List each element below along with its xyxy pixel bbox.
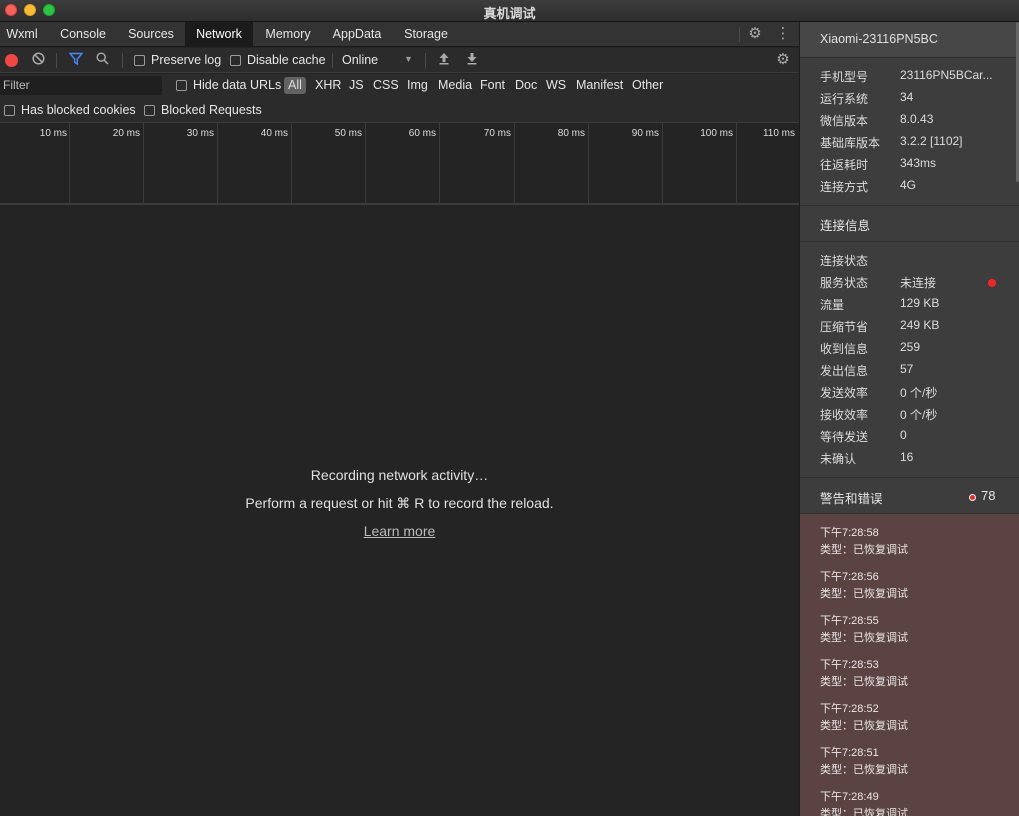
warnings-title: 警告和错误 [820,492,883,506]
timeline-tick: 50 ms [292,123,366,205]
warnings-header[interactable]: 警告和错误 78 [800,478,1019,514]
device-info-section: 手机型号 23116PN5BCar... 运行系统 34 微信版本 8.0.43 基础… [800,58,1019,206]
disconnected-status-dot [988,279,996,287]
timeline-tick: 10 ms [0,123,70,205]
record-button[interactable] [5,54,18,67]
timeline-tick: 80 ms [515,123,589,205]
filter-type-js[interactable]: JS [349,77,364,94]
has-blocked-cookies-label: Has blocked cookies [21,103,136,117]
blocked-filter-row: Has blocked cookies Blocked Requests [0,97,799,123]
filter-type-doc[interactable]: Doc [515,77,537,94]
timeline-tick: 70 ms [440,123,515,205]
devtools-tabbar: Wxml Console Sources Network Memory AppD… [0,22,799,47]
hide-data-urls-label: Hide data URLs [193,78,282,92]
log-item: 下午7:28:51 类型：已恢复调试 [820,747,908,776]
filter-type-font[interactable]: Font [480,77,505,94]
divider [425,53,426,68]
disable-cache-label: Disable cache [247,53,326,67]
timeline-tick: 110 ms [762,128,795,139]
device-info-panel: Xiaomi-23116PN5BC 手机型号 23116PN5BCar... 运行… [799,22,1019,816]
network-toolbar: Preserve log Disable cache Online ▼ ⚙ [0,48,799,73]
filter-type-css[interactable]: CSS [373,77,399,94]
filter-type-other[interactable]: Other [632,77,663,94]
warnings-log-list: 下午7:28:58 类型：已恢复调试 下午7:28:56 类型：已恢复调试 下午7:… [800,514,1019,816]
throttling-select[interactable]: Online [342,53,378,67]
log-item: 下午7:28:49 类型：已恢复调试 [820,791,908,816]
connection-info-title: 连接信息 [820,219,871,233]
tab-sources[interactable]: Sources [120,22,182,47]
more-options-icon[interactable]: ⋮ [775,26,791,42]
divider [739,27,740,42]
device-header: Xiaomi-23116PN5BC [800,22,1019,58]
timeline-tick: 90 ms [589,123,663,205]
filter-type-all[interactable]: All [284,77,306,94]
export-har-icon[interactable] [463,52,480,69]
connection-info-section: 连接状态 服务状态 未连接 流量 129 KB 压缩节省 249 KB 收到信息 259… [800,242,1019,478]
settings-gear-icon[interactable]: ⚙ [747,26,763,42]
log-item: 下午7:28:58 类型：已恢复调试 [820,527,908,556]
tab-storage[interactable]: Storage [398,22,454,47]
recording-message: Recording network activity… [310,467,489,483]
divider [332,53,333,68]
filter-type-ws[interactable]: WS [546,77,566,94]
filter-icon[interactable] [67,52,84,69]
blocked-requests-label: Blocked Requests [161,103,262,117]
filter-bar: Filter Hide data URLs All XHR JS CSS Img… [0,74,799,97]
log-item: 下午7:28:56 类型：已恢复调试 [820,571,908,600]
learn-more-link[interactable]: Learn more [0,523,799,539]
import-har-icon[interactable] [435,52,452,69]
device-name: Xiaomi-23116PN5BC [820,32,938,46]
connection-info-header: 连接信息 [800,206,1019,242]
timeline-tick: 20 ms [70,123,144,205]
tab-wxml[interactable]: Wxml [0,22,44,47]
empty-state: Recording network activity… Perform a re… [0,467,799,539]
tab-appdata[interactable]: AppData [326,22,388,47]
filter-input[interactable]: Filter [0,76,162,95]
timeline-tick: 30 ms [144,123,218,205]
log-item: 下午7:28:53 类型：已恢复调试 [820,659,908,688]
chevron-down-icon: ▼ [404,54,413,64]
filter-type-xhr[interactable]: XHR [315,77,341,94]
blocked-requests-checkbox[interactable] [144,105,155,116]
network-settings-gear-icon[interactable]: ⚙ [775,52,791,68]
timeline-tick: 60 ms [366,123,440,205]
preserve-log-label: Preserve log [151,53,222,67]
search-icon[interactable] [94,52,111,69]
devtools-panel: Wxml Console Sources Network Memory AppD… [0,22,799,816]
filter-type-manifest[interactable]: Manifest [576,77,623,94]
timeline-tick: 40 ms [218,123,292,205]
network-overview-timeline[interactable]: 10 ms 20 ms 30 ms 40 ms 50 ms 60 ms 70 m… [0,123,799,205]
filter-type-img[interactable]: Img [407,77,428,94]
tab-memory[interactable]: Memory [258,22,318,47]
window-title: 真机调试 [483,6,536,21]
window-titlebar: 真机调试 [0,0,1019,22]
divider [56,53,57,68]
has-blocked-cookies-checkbox[interactable] [4,105,15,116]
tab-console[interactable]: Console [52,22,114,47]
divider [122,53,123,68]
error-dot-icon [969,494,976,501]
tab-network[interactable]: Network [185,22,253,47]
hide-data-urls-checkbox[interactable] [176,80,187,91]
disable-cache-checkbox[interactable] [230,55,241,66]
timeline-tick: 100 ms [663,123,737,205]
clear-icon[interactable] [30,52,47,69]
warnings-count: 78 [981,488,996,503]
filter-type-media[interactable]: Media [438,77,472,94]
reload-hint: Perform a request or hit ⌘ R to record t… [245,495,554,511]
log-item: 下午7:28:52 类型：已恢复调试 [820,703,908,732]
preserve-log-checkbox[interactable] [134,55,145,66]
log-item: 下午7:28:55 类型：已恢复调试 [820,615,908,644]
